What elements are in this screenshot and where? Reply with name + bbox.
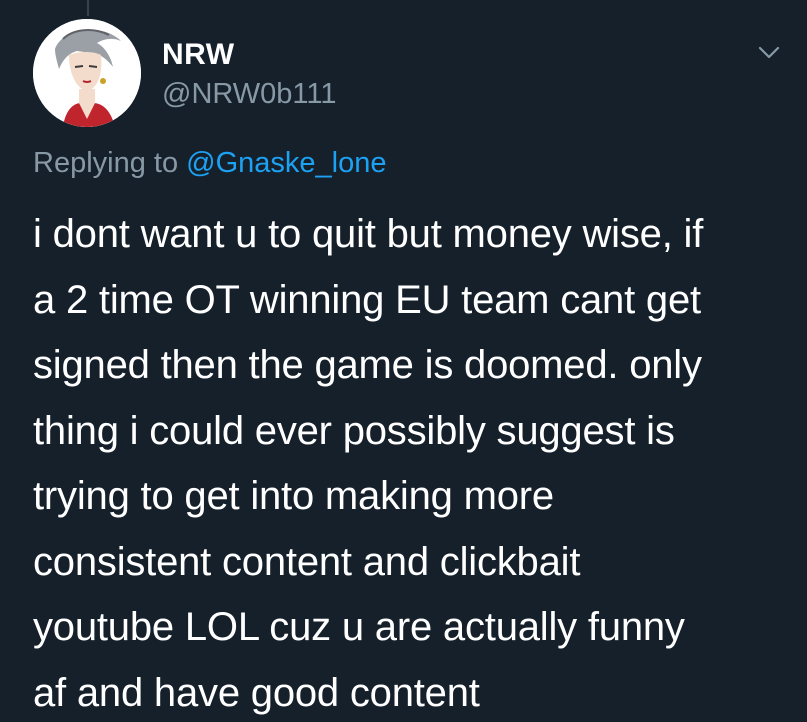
tweet-body-line: signed then the game is doomed. only — [33, 343, 702, 387]
tweet-body-line: youtube LOL cuz u are actually funny — [33, 605, 685, 649]
author-display-name[interactable]: NRW — [162, 40, 235, 70]
tweet-body-line: af and have good content — [33, 670, 480, 715]
tweet-body-line: trying to get into making more — [33, 474, 554, 518]
anime-character-avatar-icon — [33, 19, 141, 127]
tweet-card[interactable]: NRW @NRW0b111 Replying to @Gnaske_lone i… — [0, 0, 807, 722]
tweet-body-line: consistent content and clickbait — [33, 539, 581, 584]
chevron-down-icon — [758, 46, 780, 59]
tweet-body-line: thing i could ever possibly suggest is — [33, 408, 675, 453]
avatar[interactable] — [33, 19, 141, 127]
replying-to-line: Replying to @Gnaske_lone — [33, 147, 387, 180]
replying-to-label: Replying to — [33, 147, 187, 179]
tweet-body: i dont want u to quit but money wise, if… — [33, 202, 793, 722]
tweet-body-line: i dont want u to quit but money wise, if — [33, 212, 704, 256]
thread-connector-line — [87, 0, 89, 16]
tweet-menu-button[interactable] — [754, 40, 784, 64]
author-handle[interactable]: @NRW0b111 — [162, 80, 337, 109]
reply-mention-link[interactable]: @Gnaske_lone — [186, 147, 386, 179]
tweet-body-line: a 2 time OT winning EU team cant get — [33, 277, 701, 322]
